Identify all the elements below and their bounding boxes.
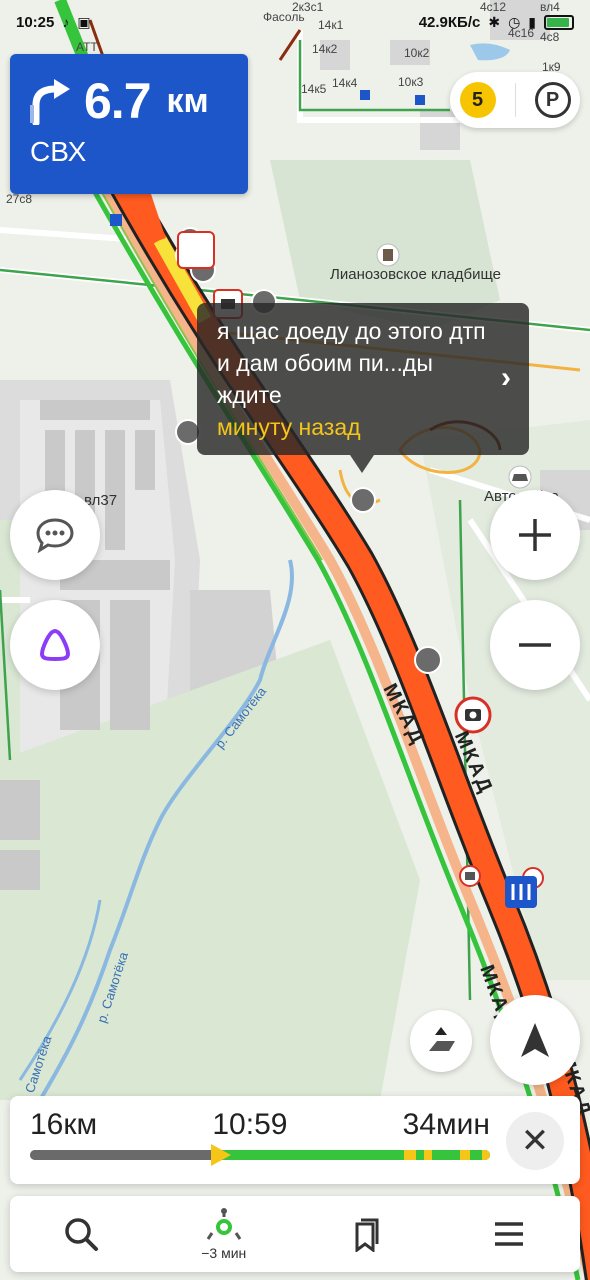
- cemetery-label[interactable]: Лианозовское кладбище: [330, 266, 501, 283]
- popup-pointer: [350, 455, 374, 473]
- menu-icon: [494, 1222, 523, 1246]
- route-summary-panel[interactable]: 16км 10:59 34мин ✕: [10, 1096, 580, 1184]
- menu-button[interactable]: [459, 1199, 559, 1269]
- popup-message: я щас доеду до этого дтп и дам обоим пи.…: [217, 318, 486, 408]
- tiktok-icon: ♪: [62, 14, 70, 30]
- status-bar: 10:25 ♪ ▣ 42.9КБ/с ✱ ◷ ▮: [0, 0, 590, 44]
- perspective-3d-icon: [429, 1027, 455, 1051]
- divider: [514, 83, 516, 117]
- perspective-toggle-button[interactable]: [410, 1010, 472, 1072]
- remaining-distance: 16км: [30, 1108, 98, 1141]
- building-label-14k5: 14к5: [301, 82, 327, 96]
- alternative-routes-button[interactable]: −3 мин: [174, 1199, 274, 1269]
- app-notification-icon: ▣: [77, 13, 91, 30]
- maneuver-distance: 6.7: [84, 73, 152, 129]
- route-progress-bar: [30, 1150, 490, 1160]
- bluetooth-icon: ✱: [488, 13, 501, 30]
- alice-icon: [39, 628, 71, 661]
- current-position-marker: [211, 1144, 231, 1166]
- maneuver-road-name: СВХ: [30, 136, 87, 167]
- remaining-duration: 34мин: [402, 1108, 490, 1141]
- traffic-level-button[interactable]: 5: [459, 82, 496, 118]
- building-label-27c8: 27с8: [6, 192, 33, 206]
- route-slow-segment: [404, 1150, 416, 1160]
- building-label-10k3: 10к3: [398, 75, 424, 89]
- search-button[interactable]: [31, 1199, 131, 1269]
- battery-icon: [544, 14, 574, 30]
- alarm-icon: ◷: [508, 13, 521, 30]
- building-label-14k4: 14к4: [332, 76, 358, 90]
- route-slow-segment: [460, 1150, 470, 1160]
- arrival-time: 10:59: [212, 1108, 288, 1141]
- parking-button[interactable]: P: [534, 82, 571, 118]
- bookmarks-icon: [355, 1218, 379, 1252]
- alice-assistant-button[interactable]: [10, 600, 100, 690]
- route-slow-segment: [424, 1150, 432, 1160]
- popup-time-ago: минуту назад: [217, 414, 361, 440]
- route-progress-remaining: [223, 1150, 490, 1160]
- bookmarks-button[interactable]: [316, 1199, 416, 1269]
- plus-icon: [519, 519, 551, 551]
- signal-icon: ▮: [528, 13, 536, 30]
- zoom-out-button[interactable]: [490, 600, 580, 690]
- search-icon: [65, 1218, 99, 1251]
- my-location-button[interactable]: [490, 995, 580, 1085]
- maneuver-distance-unit: км: [166, 81, 209, 120]
- building-label-14k2: 14к2: [312, 42, 338, 56]
- turn-right-arrow-icon: [30, 79, 70, 125]
- chat-bubble-icon: [36, 518, 74, 553]
- zoom-in-button[interactable]: [490, 490, 580, 580]
- network-speed: 42.9КБ/с: [418, 13, 481, 31]
- road-event-popup[interactable]: я щас доеду до этого дтп и дам обоим пи.…: [197, 303, 529, 455]
- route-options-icon: [206, 1208, 241, 1240]
- chevron-right-icon[interactable]: ›: [501, 361, 511, 395]
- route-slow-segment: [482, 1150, 490, 1160]
- building-label-10k2: 10к2: [404, 46, 430, 60]
- bottom-navigation: −3 мин: [10, 1196, 580, 1272]
- route-progress-done: [30, 1150, 223, 1160]
- road-events-chat-button[interactable]: [10, 490, 100, 580]
- close-route-button[interactable]: ✕: [506, 1112, 564, 1170]
- minus-icon: [519, 643, 551, 647]
- navigation-arrow-icon: [521, 1023, 549, 1057]
- status-time: 10:25: [16, 13, 55, 31]
- maneuver-card[interactable]: 6.7 км СВХ: [10, 54, 248, 194]
- alt-route-time-saved: −3 мин: [201, 1245, 247, 1261]
- map-layers-panel: 5 P: [450, 72, 580, 128]
